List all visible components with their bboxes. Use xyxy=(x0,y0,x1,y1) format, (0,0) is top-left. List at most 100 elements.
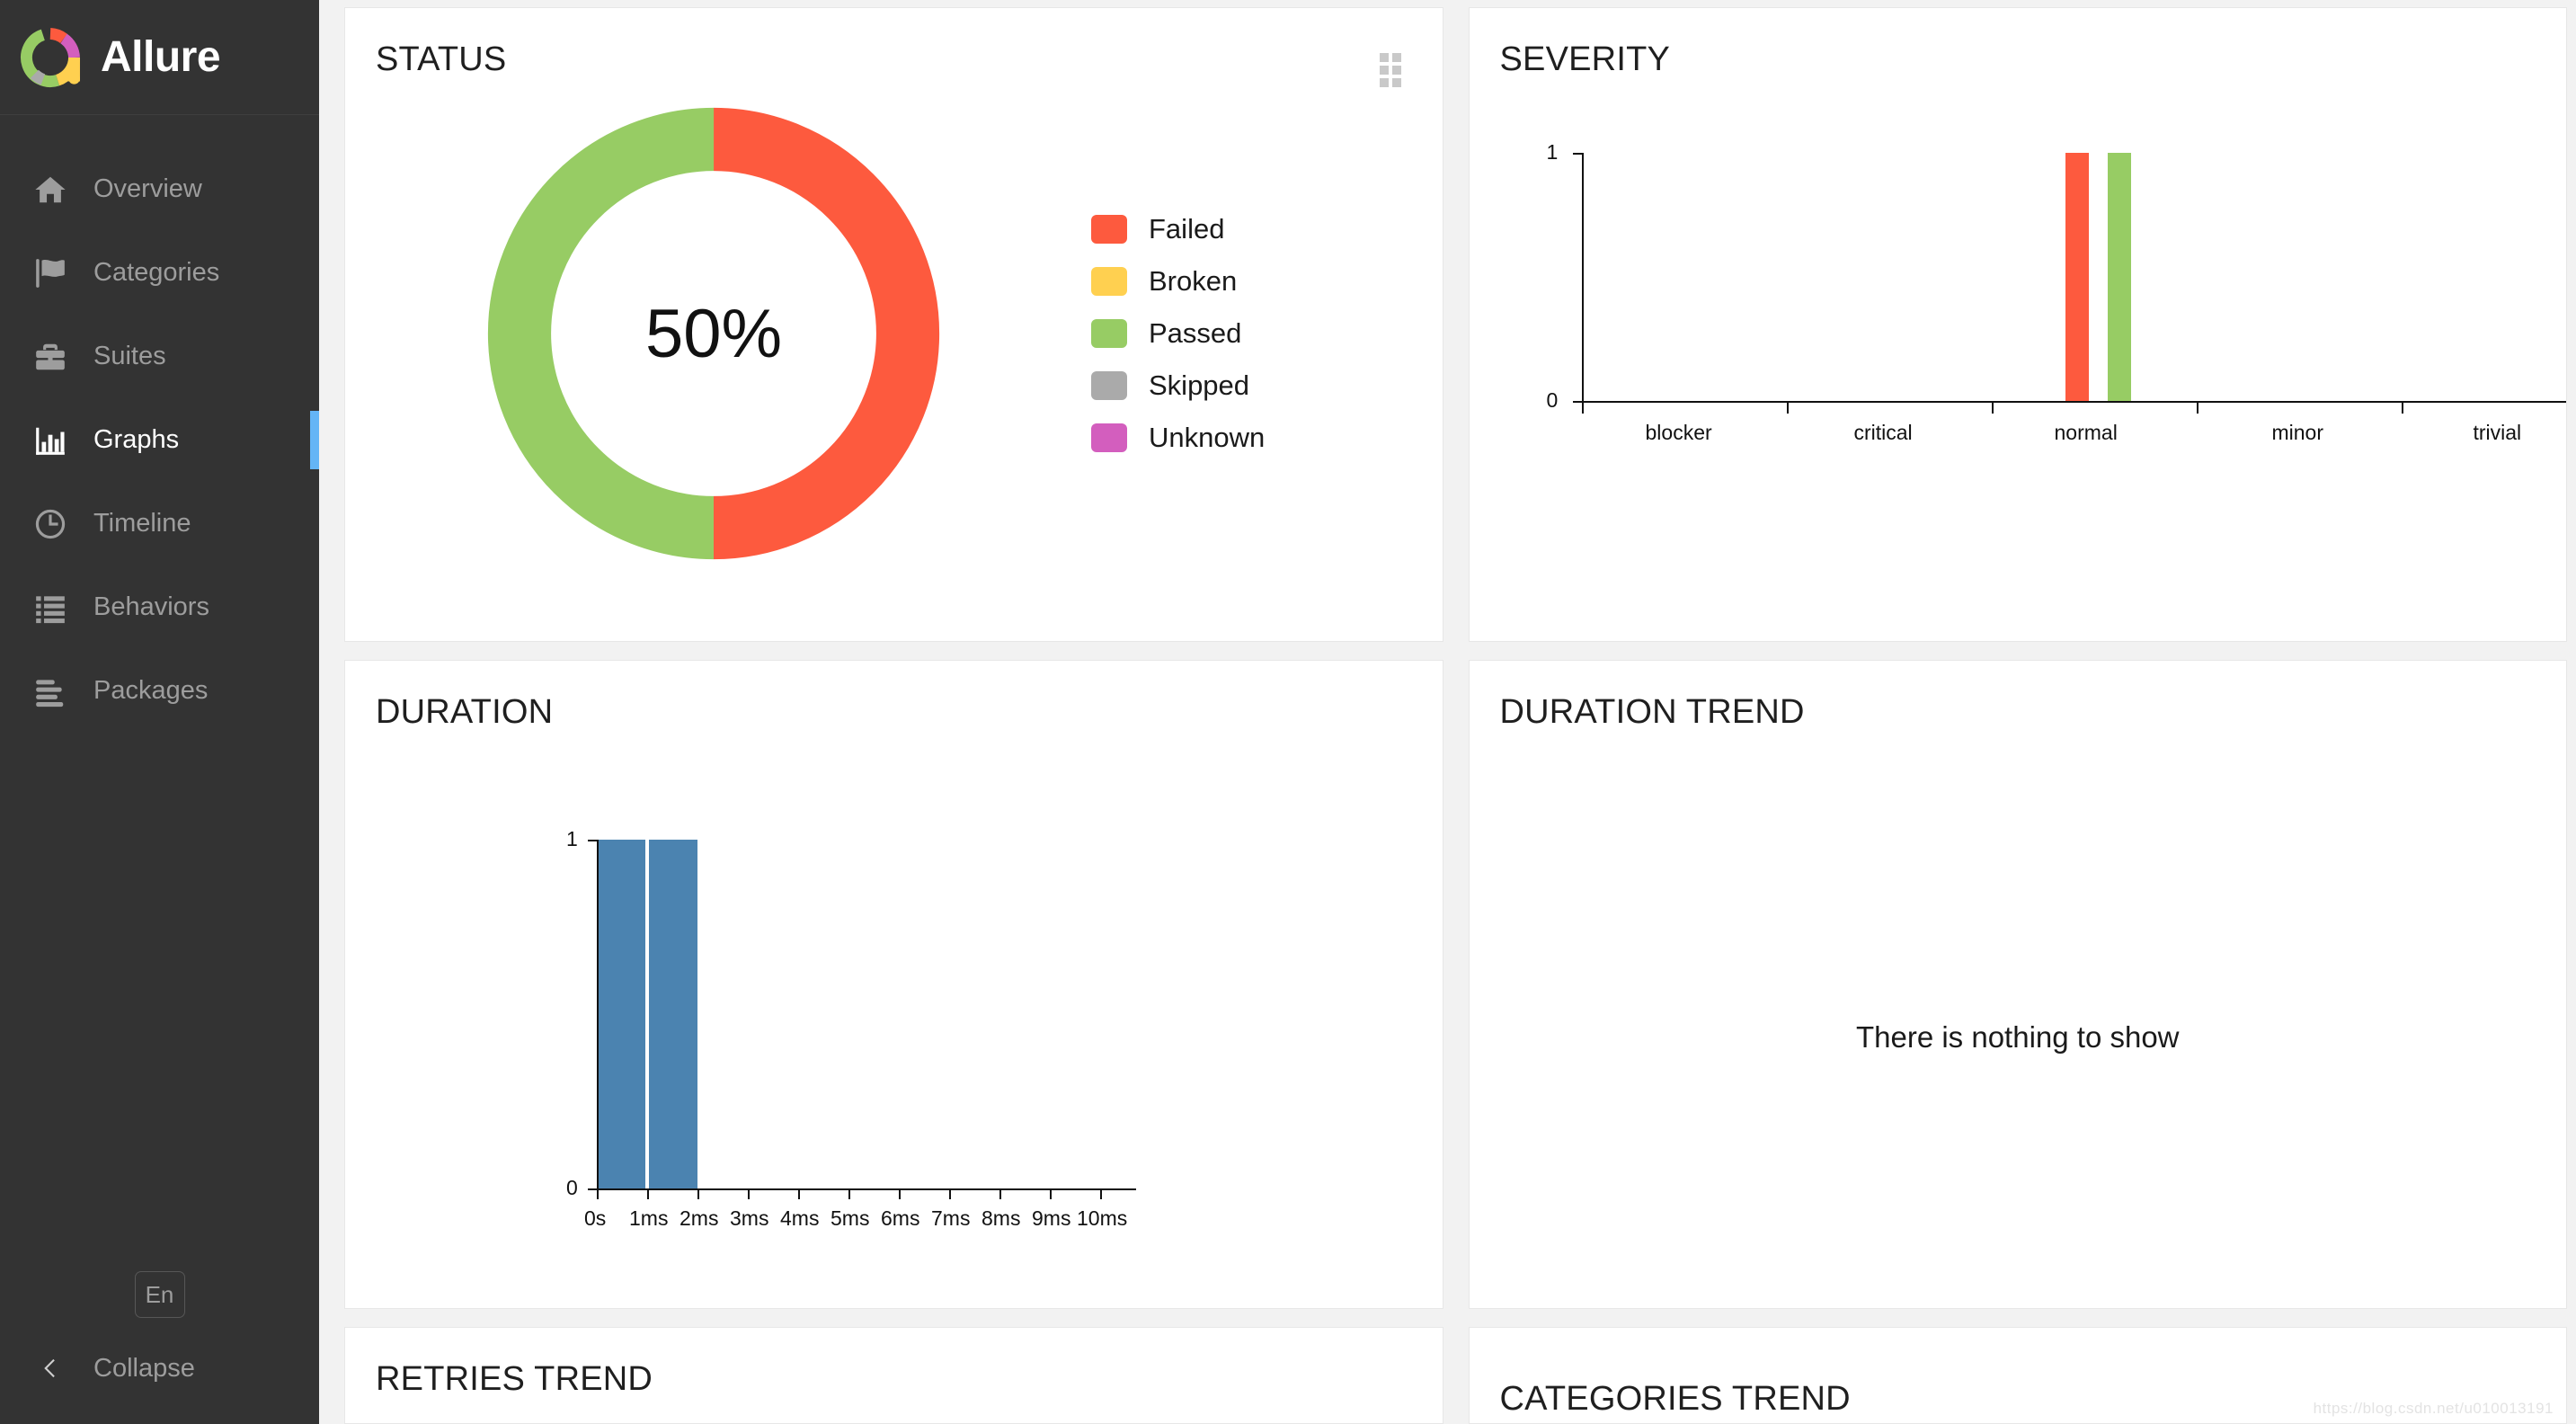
language-button[interactable]: En xyxy=(134,1271,185,1318)
severity-bar-normal-passed[interactable] xyxy=(2107,153,2131,401)
brand-header[interactable]: Allure xyxy=(0,0,319,115)
sidebar-item-label: Suites xyxy=(93,342,166,370)
duration-xtick-mark xyxy=(1100,1188,1102,1199)
legend-label: Skipped xyxy=(1149,369,1250,401)
sidebar-item-categories[interactable]: Categories xyxy=(0,231,319,315)
duration-xtick-mark xyxy=(647,1188,649,1199)
legend-label: Failed xyxy=(1149,213,1225,245)
legend-item-unknown[interactable]: Unknown xyxy=(1091,422,1265,454)
sidebar-item-packages[interactable]: Packages xyxy=(0,649,319,733)
severity-xtick-label: minor xyxy=(2271,421,2324,444)
bar-chart-icon xyxy=(27,420,74,461)
duration-bar-bin-0[interactable] xyxy=(599,840,645,1188)
status-chart-body: 50% Failed Broken Passed Skipped Unknown xyxy=(345,79,1443,583)
legend-swatch-broken xyxy=(1091,267,1127,296)
duration-xtick-label: 6ms xyxy=(881,1206,920,1230)
clock-icon xyxy=(27,503,74,545)
severity-ytick-1-mark xyxy=(1572,153,1582,155)
sidebar-item-behaviors[interactable]: Behaviors xyxy=(0,565,319,649)
sidebar-item-graphs[interactable]: Graphs xyxy=(0,398,319,482)
duration-ytick-label: 0 xyxy=(566,1176,578,1199)
status-donut-chart[interactable]: 50% xyxy=(471,91,956,576)
sidebar-item-label: Timeline xyxy=(93,509,191,538)
duration-xtick-label: 1ms xyxy=(629,1206,669,1230)
duration-ytick-1-mark xyxy=(588,840,597,841)
home-icon xyxy=(27,169,74,210)
sidebar-nav: Overview Categories Suites Graphs Timeli… xyxy=(0,115,319,1271)
sidebar-item-label: Categories xyxy=(93,258,220,287)
severity-ytick-label: 0 xyxy=(1546,388,1559,412)
packages-icon xyxy=(27,671,74,712)
duration-xtick-mark xyxy=(798,1188,800,1199)
duration-xtick-mark xyxy=(1050,1188,1052,1199)
severity-xtick-mark xyxy=(1786,401,1789,414)
severity-xtick-mark xyxy=(2196,401,2198,414)
duration-xtick-label: 4ms xyxy=(780,1206,820,1230)
legend-item-skipped[interactable]: Skipped xyxy=(1091,369,1265,402)
duration-xtick-mark xyxy=(999,1188,1001,1199)
panel-title: SEVERITY xyxy=(1499,40,1671,78)
severity-xtick-mark xyxy=(1991,401,1994,414)
panel-severity: SEVERITY 1 0 blocker critical normal min… xyxy=(1468,7,2567,642)
legend-swatch-unknown xyxy=(1091,423,1127,452)
duration-xtick-mark xyxy=(748,1188,750,1199)
duration-xtick-label: 9ms xyxy=(1032,1206,1071,1230)
sidebar-item-label: Graphs xyxy=(93,425,180,454)
severity-xtick-label: blocker xyxy=(1645,421,1712,444)
briefcase-icon xyxy=(27,336,74,378)
severity-x-axis xyxy=(1581,401,2567,403)
collapse-button[interactable]: Collapse xyxy=(0,1339,319,1397)
duration-xtick-mark xyxy=(597,1188,599,1199)
duration-chart[interactable]: 1 0 0s 1ms 2ms 3ms 4ms 5ms 6ms 7ms 8ms 9… xyxy=(345,732,1443,1298)
sidebar-item-overview[interactable]: Overview xyxy=(0,147,319,231)
duration-xtick-mark xyxy=(697,1188,699,1199)
legend-item-broken[interactable]: Broken xyxy=(1091,265,1265,298)
legend-label: Broken xyxy=(1149,265,1238,297)
allure-donut-logo xyxy=(20,27,81,88)
brand-name: Allure xyxy=(101,33,221,81)
sidebar-item-label: Behaviors xyxy=(93,592,209,621)
panel-duration: DURATION 1 0 0s 1ms 2ms 3ms 4ms 5ms 6ms … xyxy=(344,660,1443,1309)
panel-duration-trend: DURATION TREND There is nothing to show xyxy=(1468,660,2567,1309)
status-donut-wrap: 50% xyxy=(345,91,1082,576)
legend-label: Passed xyxy=(1149,317,1242,349)
legend-item-failed[interactable]: Failed xyxy=(1091,213,1265,245)
flag-icon xyxy=(27,253,74,294)
severity-xtick-mark xyxy=(2401,401,2403,414)
duration-xtick-label: 0s xyxy=(584,1206,607,1230)
panel-title: DURATION TREND xyxy=(1499,693,1805,731)
severity-chart[interactable]: 1 0 blocker critical normal minor trivia… xyxy=(1470,79,2567,636)
sidebar: Allure Overview Categories Suites Graphs… xyxy=(0,0,319,1424)
duration-xtick-mark xyxy=(949,1188,951,1199)
severity-ytick-label: 1 xyxy=(1546,140,1559,164)
duration-ytick-label: 1 xyxy=(566,827,578,850)
watermark-text: https://blog.csdn.net/u010013191 xyxy=(2313,1400,2554,1417)
drag-handle-icon[interactable] xyxy=(1379,53,1403,87)
duration-xtick-label: 10ms xyxy=(1077,1206,1128,1230)
duration-xtick-label: 5ms xyxy=(831,1206,870,1230)
list-icon xyxy=(27,587,74,628)
duration-xtick-mark xyxy=(848,1188,850,1199)
legend-swatch-skipped xyxy=(1091,371,1127,400)
severity-y-axis xyxy=(1581,153,1584,403)
duration-xtick-mark xyxy=(899,1188,901,1199)
duration-xtick-label: 8ms xyxy=(982,1206,1021,1230)
panel-retries-trend: RETRIES TREND xyxy=(344,1327,1443,1424)
legend-item-passed[interactable]: Passed xyxy=(1091,317,1265,350)
panel-categories-trend: https://blog.csdn.net/u010013191 CATEGOR… xyxy=(1468,1327,2567,1424)
duration-bar-bin-1[interactable] xyxy=(649,840,697,1188)
allure-report-app: Allure Overview Categories Suites Graphs… xyxy=(0,0,2576,1424)
sidebar-item-timeline[interactable]: Timeline xyxy=(0,482,319,565)
sidebar-item-suites[interactable]: Suites xyxy=(0,315,319,398)
severity-xtick-label: critical xyxy=(1853,421,1913,444)
sidebar-item-label: Overview xyxy=(93,174,202,203)
panel-title: RETRIES TREND xyxy=(376,1360,653,1398)
legend-swatch-passed xyxy=(1091,319,1127,348)
language-selector: En xyxy=(0,1271,319,1339)
panel-title: DURATION xyxy=(376,693,554,731)
duration-xtick-label: 2ms xyxy=(680,1206,719,1230)
severity-bar-normal-failed[interactable] xyxy=(2065,153,2089,401)
sidebar-item-label: Packages xyxy=(93,676,209,705)
graphs-dashboard: STATUS 50% Failed Broken Passed Skipped … xyxy=(319,0,2576,1424)
chevron-left-icon xyxy=(27,1353,74,1384)
